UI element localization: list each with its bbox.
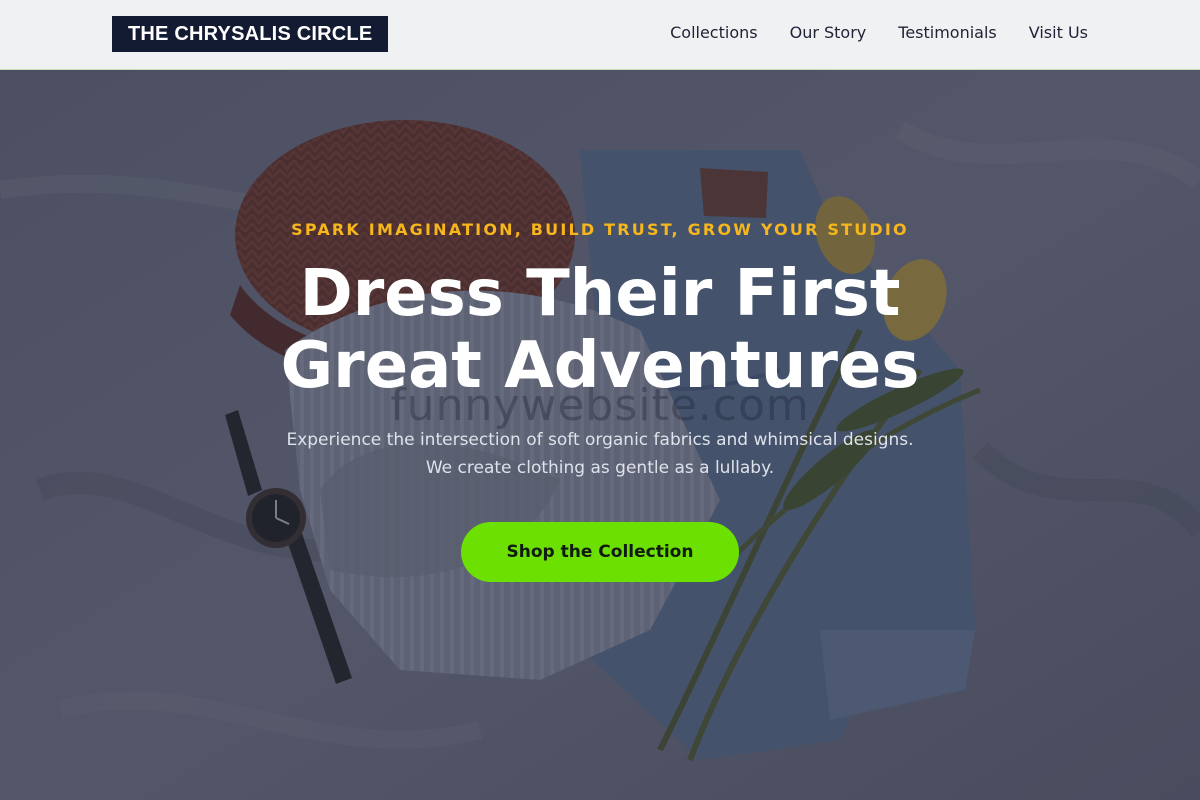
- hero-eyebrow: SPARK IMAGINATION, BUILD TRUST, GROW YOU…: [291, 220, 909, 239]
- nav-link-visit-us[interactable]: Visit Us: [1029, 22, 1088, 44]
- main-nav: Collections Our Story Testimonials Visit…: [670, 22, 1088, 44]
- nav-link-collections[interactable]: Collections: [670, 22, 757, 44]
- nav-link-our-story[interactable]: Our Story: [790, 22, 867, 44]
- hero-title-line-1: Dress Their First: [299, 257, 901, 331]
- hero-subtitle: Experience the intersection of soft orga…: [0, 426, 1200, 482]
- hero-title-line-2: Great Adventures: [280, 329, 920, 403]
- site-header: THE CHRYSALIS CIRCLE Collections Our Sto…: [0, 0, 1200, 70]
- nav-link-testimonials[interactable]: Testimonials: [898, 22, 997, 44]
- shop-collection-button[interactable]: Shop the Collection: [461, 522, 739, 582]
- hero-section: funnywebsite.com SPARK IMAGINATION, BUIL…: [0, 70, 1200, 800]
- hero-title: Dress Their First Great Adventures: [0, 258, 1200, 402]
- brand-logo[interactable]: THE CHRYSALIS CIRCLE: [112, 16, 389, 52]
- hero-subtitle-line-1: Experience the intersection of soft orga…: [286, 430, 914, 450]
- hero-subtitle-line-2: We create clothing as gentle as a lullab…: [425, 458, 775, 478]
